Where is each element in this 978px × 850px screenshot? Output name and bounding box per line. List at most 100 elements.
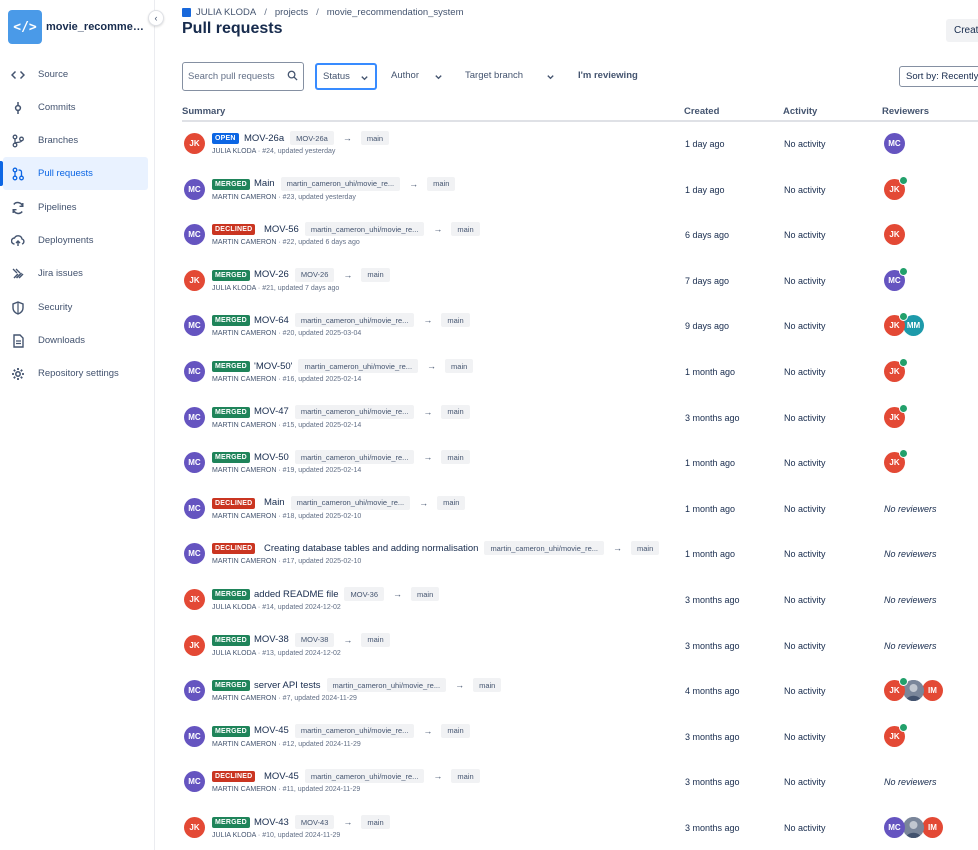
source-branch[interactable]: MOV-26 — [294, 267, 335, 282]
source-branch[interactable]: martin_cameron_uhi/movie_re... — [298, 359, 419, 373]
table-row[interactable]: MC MERGED MOV-64 martin_cameron_uhi/movie_r… — [182, 304, 978, 350]
pr-title-link[interactable]: MOV-56 — [264, 224, 299, 235]
sidebar-item-source[interactable]: Source — [3, 58, 148, 91]
table-row[interactable]: MC MERGED MOV-47 martin_cameron_uhi/movie_r… — [182, 396, 978, 442]
target-branch[interactable]: main — [361, 267, 390, 282]
source-branch[interactable]: martin_cameron_uhi/movie_re... — [304, 769, 425, 784]
target-branch[interactable]: main — [361, 632, 390, 647]
reviewer-avatar[interactable]: JK — [884, 403, 908, 428]
pr-title-link[interactable]: Main — [254, 178, 275, 189]
pr-title-link[interactable]: MOV-43 — [254, 817, 289, 828]
table-row[interactable]: MC DECLINED MOV-56 martin_cameron_uhi/movie… — [182, 213, 978, 259]
source-branch[interactable]: martin_cameron_uhi/movie_re... — [290, 495, 411, 510]
author-avatar[interactable]: MC — [184, 224, 205, 246]
reviewer-avatar[interactable]: JK — [884, 677, 908, 702]
author-avatar[interactable]: JK — [184, 817, 205, 838]
target-branch[interactable]: main — [451, 222, 480, 237]
table-row[interactable]: MC MERGED server API tests martin_cameron_u… — [182, 669, 978, 715]
breadcrumb-project[interactable]: projects — [275, 7, 308, 18]
table-row[interactable]: JK MERGED MOV-43 MOV-43 → main JULIA KLODA · #… — [182, 806, 978, 850]
pr-title-link[interactable]: MOV-26a — [244, 133, 284, 144]
pr-title-link[interactable]: MOV-64 — [254, 315, 289, 326]
sidebar-item-branches[interactable]: Branches — [3, 124, 148, 157]
repository-header[interactable]: </> movie_recommendation_system — [8, 10, 150, 44]
pr-title-link[interactable]: 'MOV-50' — [254, 361, 292, 372]
reviewer-avatar[interactable]: JK — [884, 312, 908, 337]
repository-name[interactable]: movie_recommendation_system — [46, 21, 150, 33]
sidebar-item-pipelines[interactable]: Pipelines — [3, 191, 148, 224]
author-avatar[interactable]: MC — [184, 361, 205, 382]
table-row[interactable]: JK MERGED MOV-38 MOV-38 → main JULIA KLODA · #… — [182, 624, 978, 670]
pr-title-link[interactable]: Creating database tables and adding norm… — [264, 543, 478, 554]
author-avatar[interactable]: JK — [184, 269, 205, 291]
table-row[interactable]: MC DECLINED Creating database tables and a… — [182, 532, 978, 578]
target-branch[interactable]: main — [445, 359, 474, 373]
column-activity[interactable]: Activity — [783, 106, 817, 117]
reviewer-avatar[interactable]: JK — [884, 175, 908, 200]
reviewer-avatar[interactable]: JK — [884, 358, 908, 382]
target-branch[interactable]: main — [473, 678, 502, 693]
sort-dropdown[interactable]: Sort by: Recently updated — [899, 66, 978, 87]
reviewer-avatar[interactable]: IM — [922, 680, 943, 702]
pr-title-link[interactable]: MOV-38 — [254, 634, 289, 645]
author-avatar[interactable]: MC — [184, 452, 205, 474]
reviewer-avatar[interactable]: MC — [884, 133, 905, 154]
author-avatar[interactable]: MC — [184, 725, 205, 747]
target-branch[interactable]: main — [427, 176, 456, 191]
target-branch-filter[interactable]: Target branch — [465, 70, 523, 81]
sidebar-item-deployments[interactable]: Deployments — [3, 224, 148, 257]
target-branch[interactable]: main — [451, 769, 480, 784]
pr-title-link[interactable]: MOV-47 — [254, 406, 289, 417]
pr-title-link[interactable]: MOV-26 — [254, 269, 289, 280]
pr-title-link[interactable]: added README file — [254, 589, 338, 600]
source-branch[interactable]: martin_cameron_uhi/movie_re... — [294, 723, 415, 738]
sidebar-item-downloads[interactable]: Downloads — [3, 324, 148, 357]
sidebar-item-repository-settings[interactable]: Repository settings — [3, 357, 148, 390]
reviewer-photo-avatar[interactable] — [903, 817, 924, 838]
table-row[interactable]: JK MERGED MOV-26 MOV-26 → main JULIA KLODA · #… — [182, 259, 978, 305]
pr-title-link[interactable]: MOV-45 — [254, 725, 289, 736]
target-branch[interactable]: main — [411, 587, 440, 601]
author-avatar[interactable]: MC — [184, 178, 205, 200]
create-button[interactable]: Create — [946, 19, 978, 42]
source-branch[interactable]: MOV-36 — [344, 587, 384, 601]
target-branch[interactable]: main — [437, 495, 466, 510]
author-filter[interactable]: Author — [391, 70, 419, 81]
author-avatar[interactable]: MC — [184, 771, 205, 793]
source-branch[interactable]: martin_cameron_uhi/movie_re... — [484, 541, 604, 556]
source-branch[interactable]: MOV-43 — [294, 815, 335, 829]
target-branch[interactable]: main — [631, 541, 660, 556]
source-branch[interactable]: martin_cameron_uhi/movie_re... — [280, 176, 401, 191]
breadcrumb-owner[interactable]: JULIA KLODA — [196, 7, 256, 18]
author-avatar[interactable]: MC — [184, 543, 205, 565]
author-avatar[interactable]: JK — [184, 634, 205, 656]
pr-title-link[interactable]: MOV-45 — [264, 771, 299, 782]
target-branch[interactable]: main — [441, 313, 470, 328]
sidebar-item-commits[interactable]: Commits — [3, 91, 148, 124]
source-branch[interactable]: MOV-26a — [290, 131, 334, 145]
source-branch[interactable]: martin_cameron_uhi/movie_re... — [294, 450, 415, 465]
target-branch[interactable]: main — [441, 450, 470, 465]
table-row[interactable]: MC MERGED MOV-45 martin_cameron_uhi/movie_r… — [182, 715, 978, 761]
breadcrumb-repository[interactable]: movie_recommendation_system — [327, 7, 464, 18]
source-branch[interactable]: martin_cameron_uhi/movie_re... — [304, 222, 425, 237]
sidebar-item-security[interactable]: Security — [3, 291, 148, 324]
author-avatar[interactable]: JK — [184, 589, 205, 610]
source-branch[interactable]: MOV-38 — [294, 632, 335, 647]
target-branch[interactable]: main — [360, 131, 390, 145]
reviewer-avatar[interactable]: MC — [884, 266, 908, 291]
author-avatar[interactable]: MC — [184, 497, 205, 519]
pr-title-link[interactable]: Main — [264, 497, 285, 508]
table-row[interactable]: MC MERGED 'MOV-50' martin_cameron_uhi/movie… — [182, 350, 978, 396]
status-filter[interactable]: Status — [315, 63, 377, 90]
source-branch[interactable]: martin_cameron_uhi/movie_re... — [294, 313, 415, 328]
table-row[interactable]: JK OPEN MOV-26a MOV-26a → main JULIA KLODA · #… — [182, 122, 978, 168]
table-row[interactable]: JK MERGED added README file MOV-36 → main JULI… — [182, 578, 978, 624]
target-branch[interactable]: main — [441, 723, 470, 738]
pr-title-link[interactable]: MOV-50 — [254, 452, 289, 463]
target-branch[interactable]: main — [361, 815, 390, 829]
search-input[interactable]: Search pull requests — [182, 62, 304, 91]
reviewer-avatar[interactable]: IM — [922, 817, 943, 838]
sidebar-item-pull-requests[interactable]: Pull requests — [0, 157, 148, 190]
im-reviewing-filter[interactable]: I'm reviewing — [578, 70, 638, 81]
